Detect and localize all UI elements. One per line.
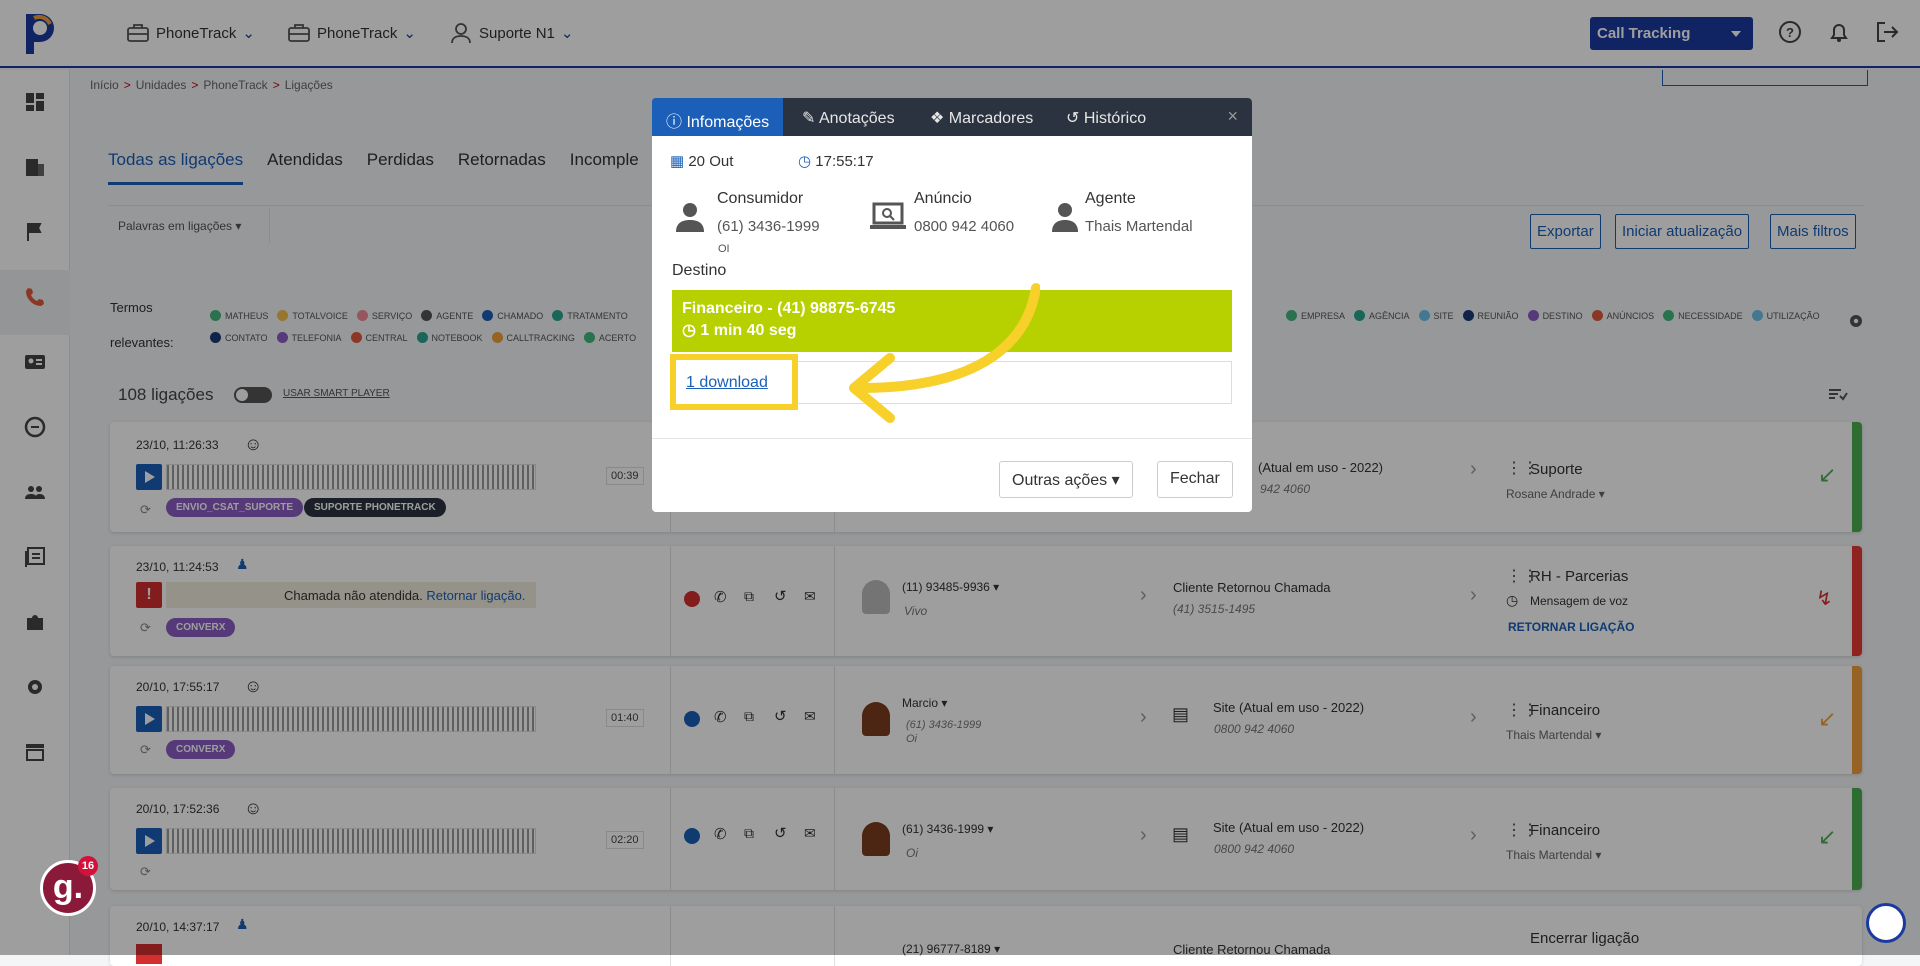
consumer-phone: (61) 3436-1999 (717, 218, 820, 235)
edit-icon: ✎ (802, 110, 819, 127)
calendar-icon: ▦ (670, 153, 689, 170)
info-icon: ⓘ (666, 114, 687, 131)
tab-notes[interactable]: ✎ Anotações (788, 98, 909, 136)
modal-tabs: ⓘ Infomações ✎ Anotações ❖ Marcadores ↺ … (652, 98, 1252, 136)
ad-phone: 0800 942 4060 (914, 218, 1015, 235)
clock-icon: ◷ (798, 153, 816, 170)
caret-down-icon: ▾ (1111, 472, 1120, 489)
tab-information[interactable]: ⓘ Infomações (652, 98, 784, 136)
user-icon (676, 203, 704, 232)
other-actions-button[interactable]: Outras ações ▾ (999, 461, 1133, 498)
destination-duration: 1 min 40 seg (700, 322, 797, 339)
tab-history-label: Histórico (1083, 110, 1147, 127)
call-time-value: 17:55:17 (815, 153, 874, 170)
close-button[interactable]: Fechar (1157, 461, 1233, 498)
other-actions-label: Outras ações (1012, 472, 1108, 489)
notification-count-badge: 16 (78, 856, 98, 876)
consumer-carrier: OI (718, 243, 730, 255)
tab-tags-label: Marcadores (948, 110, 1034, 127)
tab-history[interactable]: ↺ Histórico (1052, 98, 1160, 136)
tab-tags[interactable]: ❖ Marcadores (916, 98, 1047, 136)
agent-name: Thais Martendal (1085, 218, 1193, 235)
annotation-arrow-icon (849, 283, 1040, 423)
tab-notes-label: Anotações (818, 110, 895, 127)
chat-widget-button[interactable] (1866, 903, 1906, 943)
laptop-icon (870, 202, 906, 229)
call-time-field: ◷ 17:55:17 (798, 152, 874, 170)
call-date-field: ▦ 20 Out (670, 152, 733, 170)
agent-label: Agente (1085, 190, 1136, 207)
clock-icon: ◷ (682, 322, 701, 339)
close-icon[interactable]: × (1227, 106, 1238, 127)
ad-label: Anúncio (914, 190, 972, 207)
tab-information-label: Infomações (686, 114, 770, 131)
consumer-label: Consumidor (717, 190, 804, 207)
download-link[interactable]: 1 download (686, 374, 768, 392)
call-date-value: 20 Out (688, 153, 734, 170)
destination-label: Destino (672, 262, 727, 279)
agent-icon (1052, 203, 1078, 232)
tag-icon: ❖ (930, 110, 949, 127)
history-icon: ↺ (1066, 110, 1084, 127)
